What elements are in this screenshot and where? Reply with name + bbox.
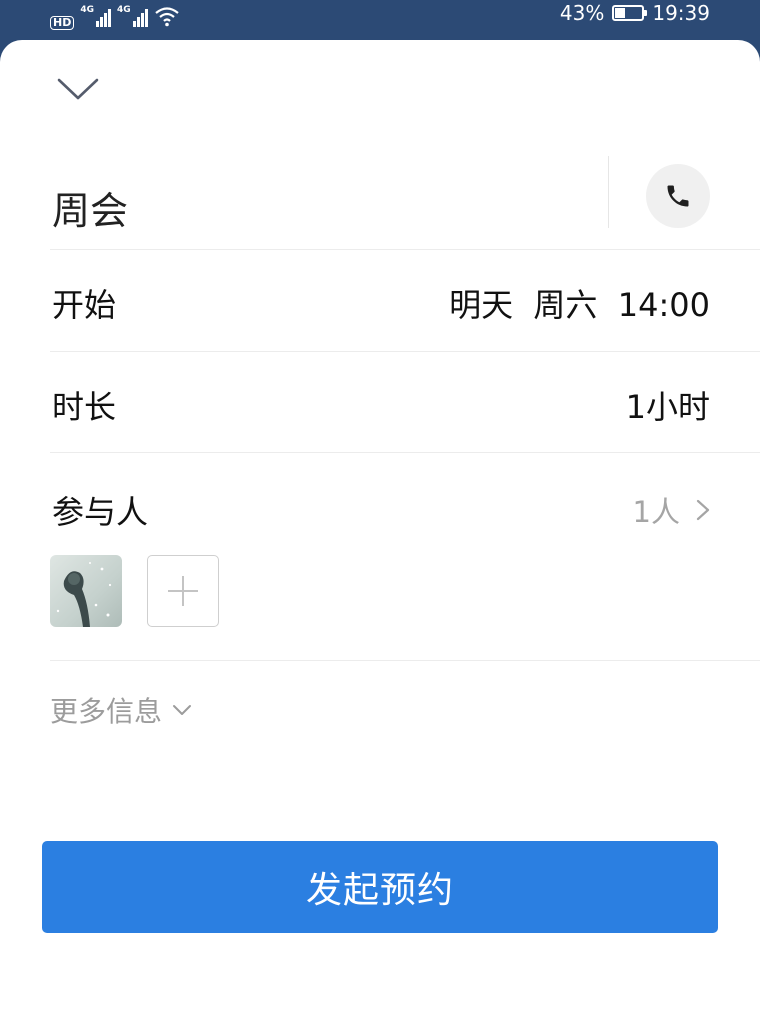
battery-percent: 43% bbox=[559, 1, 605, 25]
chevron-right-icon bbox=[696, 499, 710, 521]
status-right: 43% 19:39 bbox=[560, 0, 710, 26]
duration-row[interactable]: 时长 1小时 bbox=[50, 352, 760, 453]
wifi-icon bbox=[154, 7, 179, 27]
participants-label: 参与人 bbox=[52, 493, 149, 531]
more-info-toggle[interactable]: 更多信息 bbox=[50, 690, 192, 730]
start-label: 开始 bbox=[52, 286, 117, 324]
submit-button[interactable]: 发起预约 bbox=[42, 841, 718, 933]
clock: 19:39 bbox=[652, 1, 710, 25]
start-value: 明天 周六 14:00 bbox=[449, 286, 710, 324]
call-button[interactable] bbox=[646, 164, 710, 228]
add-participant-button[interactable] bbox=[147, 555, 219, 627]
chevron-down-icon bbox=[57, 78, 99, 100]
phone-icon bbox=[667, 185, 689, 207]
start-time-row[interactable]: 开始 明天 周六 14:00 bbox=[50, 250, 760, 352]
meeting-title-input[interactable]: 周会 bbox=[52, 180, 128, 235]
network-type-label: 4G bbox=[117, 5, 131, 15]
status-bar: HD 4G 4G 43% 19:39 bbox=[0, 0, 760, 40]
chevron-down-icon bbox=[173, 705, 192, 715]
participants-count-link[interactable]: 1人 bbox=[633, 489, 710, 531]
cellular-signal-icon: 4G bbox=[80, 5, 111, 27]
plus-icon bbox=[168, 576, 198, 606]
hd-badge: HD bbox=[50, 16, 75, 30]
more-info-label: 更多信息 bbox=[50, 695, 163, 728]
network-type-label: 4G bbox=[80, 5, 94, 15]
cellular-signal-icon: 4G bbox=[117, 5, 148, 27]
participants-section: 参与人 1人 bbox=[50, 453, 760, 661]
divider bbox=[608, 156, 609, 228]
avatar[interactable] bbox=[50, 555, 122, 627]
battery-fill bbox=[615, 8, 626, 18]
meeting-sheet: 周会 开始 明天 周六 14:00 时长 1小时 参与人 1人 更多信息 发起预… bbox=[0, 40, 760, 1024]
duration-label: 时长 bbox=[52, 388, 117, 426]
battery-icon bbox=[612, 5, 648, 21]
title-row: 周会 bbox=[50, 150, 760, 250]
participants-count: 1人 bbox=[632, 495, 680, 529]
duration-value: 1小时 bbox=[625, 388, 710, 426]
status-left: HD 4G 4G bbox=[50, 0, 180, 32]
collapse-button[interactable] bbox=[50, 66, 106, 112]
